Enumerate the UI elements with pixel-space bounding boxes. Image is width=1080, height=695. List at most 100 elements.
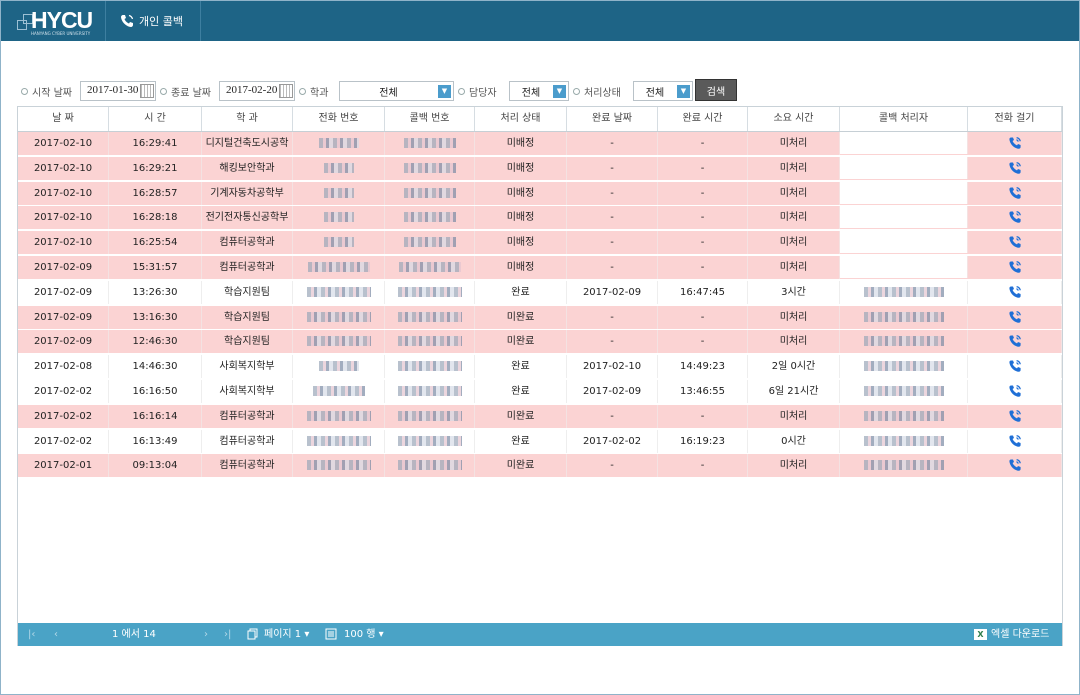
call-icon[interactable] [1008,384,1022,398]
table-row[interactable]: 2017-02-09 12:46:30 학습지원팀 미완료 - - 미처리 [18,330,1062,355]
redacted-phone [307,262,370,272]
calendar-icon[interactable] [279,84,293,98]
table-row[interactable]: 2017-02-08 14:46:30 사회복지학부 완료 2017-02-10 14:4… [18,355,1062,380]
call-icon[interactable] [1008,186,1022,200]
radio-icon [458,87,465,95]
status-select[interactable]: 전체 ▼ [633,81,693,101]
call-icon[interactable] [1008,235,1022,249]
column-header[interactable]: 날 짜 [18,107,109,131]
redacted-handler [863,361,944,372]
cell-elapsed: 미처리 [748,256,840,280]
column-header[interactable]: 시 간 [109,107,202,131]
column-header[interactable]: 전화 걸기 [968,107,1062,131]
call-icon[interactable] [1008,285,1022,299]
table-row[interactable]: 2017-02-09 15:31:57 컴퓨터공학과 미배정 - - 미처리 [18,256,1062,280]
column-header[interactable]: 콜백 번호 [385,107,475,131]
cell-dept: 기계자동차공학부 [202,181,293,206]
call-icon[interactable] [1008,334,1022,348]
manager-select[interactable]: 전체 ▼ [509,81,569,101]
cell-done-time: - [658,181,748,206]
column-header[interactable]: 완료 시간 [658,107,748,131]
table-row[interactable]: 2017-02-10 16:25:54 컴퓨터공학과 미배정 - - 미처리 [18,231,1062,256]
cell-done-time: - [658,305,748,330]
cell-done-time: - [658,132,748,156]
cell-status: 미배정 [475,156,567,181]
call-icon[interactable] [1008,136,1022,150]
calendar-icon[interactable] [140,84,154,98]
cell-elapsed: 미처리 [748,132,840,156]
manager-text: 담당자 [469,87,497,99]
start-date-input[interactable]: 2017-01-30 [80,81,156,101]
cell-date: 2017-02-09 [18,305,109,330]
call-icon[interactable] [1008,161,1022,175]
call-icon[interactable] [1008,359,1022,373]
cell-time: 16:13:49 [109,429,202,454]
redacted-handler [863,410,944,421]
next-page-icon[interactable]: › [204,623,208,646]
table-row[interactable]: 2017-02-10 16:28:57 기계자동차공학부 미배정 - - 미처리 [18,181,1062,206]
column-header[interactable]: 콜백 처리자 [840,107,968,131]
radio-icon [573,87,580,95]
column-header[interactable]: 완료 날짜 [567,107,658,131]
end-date-input[interactable]: 2017-02-20 [219,81,295,101]
call-icon[interactable] [1008,310,1022,324]
dropdown-arrow-icon[interactable]: ▼ [438,85,451,98]
cell-done-time: - [658,156,748,181]
hycu-logo[interactable]: HYCU HANYANG CYBER UNIVERSITY [17,6,93,36]
dropdown-arrow-icon[interactable]: ▼ [553,85,566,98]
table-row[interactable]: 2017-02-02 16:13:49 컴퓨터공학과 완료 2017-02-02 16:1… [18,429,1062,454]
cell-phone-redacted [293,206,385,231]
cell-elapsed: 6일 21시간 [748,380,840,404]
cell-handler-redacted [840,231,968,254]
call-icon[interactable] [1008,458,1022,472]
column-header[interactable]: 소요 시간 [748,107,840,131]
manager-label: 담당자 [458,81,497,101]
table-row[interactable]: 2017-02-02 16:16:50 사회복지학부 완료 2017-02-09 13:4… [18,380,1062,404]
phone-icon [121,14,134,27]
cell-elapsed: 미처리 [748,305,840,330]
table-row[interactable]: 2017-02-10 16:28:18 전기전자통신공학부 미배정 - - 미처리 [18,206,1062,231]
redacted-handler [863,386,944,396]
rows-per-page-select[interactable]: 100 행 ▾ [344,623,384,646]
cell-handler-redacted [840,156,968,179]
prev-page-icon[interactable]: ‹ [54,623,58,646]
redacted-callback [397,386,462,396]
cell-callback-redacted [385,156,475,181]
table-row[interactable]: 2017-02-10 16:29:41 디지털건축도시공학 미배정 - - 미처리 [18,132,1062,156]
call-icon[interactable] [1008,210,1022,224]
column-header[interactable]: 처리 상태 [475,107,567,131]
table-row[interactable]: 2017-02-01 09:13:04 컴퓨터공학과 미완료 - - 미처리 [18,454,1062,479]
cell-date: 2017-02-10 [18,231,109,256]
cell-call [968,280,1062,305]
start-date-value: 2017-01-30 [87,84,139,96]
call-icon[interactable] [1008,260,1022,274]
first-page-icon[interactable]: |‹ [28,623,35,646]
dept-select[interactable]: 전체 ▼ [339,81,454,101]
cell-status: 미배정 [475,132,567,156]
cell-callback-redacted [385,132,475,156]
cell-callback-redacted [385,256,475,280]
search-button[interactable]: 검색 [695,79,737,101]
dropdown-arrow-icon[interactable]: ▼ [677,85,690,98]
column-header[interactable]: 전화 번호 [293,107,385,131]
table-row[interactable]: 2017-02-10 16:29:21 해킹보안학과 미배정 - - 미처리 [18,156,1062,181]
table-row[interactable]: 2017-02-09 13:26:30 학습지원팀 완료 2017-02-09 16:47… [18,280,1062,305]
menu-personal-callback[interactable]: 개인 콜백 [120,1,199,41]
excel-download-button[interactable]: X 엑셀 다운로드 [974,623,1049,646]
cell-callback-redacted [385,330,475,355]
cell-dept: 사회복지학부 [202,380,293,404]
cell-done-time: 16:19:23 [658,429,748,454]
cell-dept: 학습지원팀 [202,280,293,305]
cell-call [968,181,1062,206]
menu-label: 개인 콜백 [139,15,183,28]
table-row[interactable]: 2017-02-09 13:16:30 학습지원팀 미완료 - - 미처리 [18,305,1062,330]
call-icon[interactable] [1008,434,1022,448]
last-page-icon[interactable]: ›| [224,623,231,646]
call-icon[interactable] [1008,409,1022,423]
page-select[interactable]: 페이지 1 ▾ [264,623,309,646]
cell-done-date: - [567,181,658,206]
redacted-phone [306,311,371,322]
column-header[interactable]: 학 과 [202,107,293,131]
table-row[interactable]: 2017-02-02 16:16:14 컴퓨터공학과 미완료 - - 미처리 [18,404,1062,429]
cell-handler-redacted [840,280,968,305]
